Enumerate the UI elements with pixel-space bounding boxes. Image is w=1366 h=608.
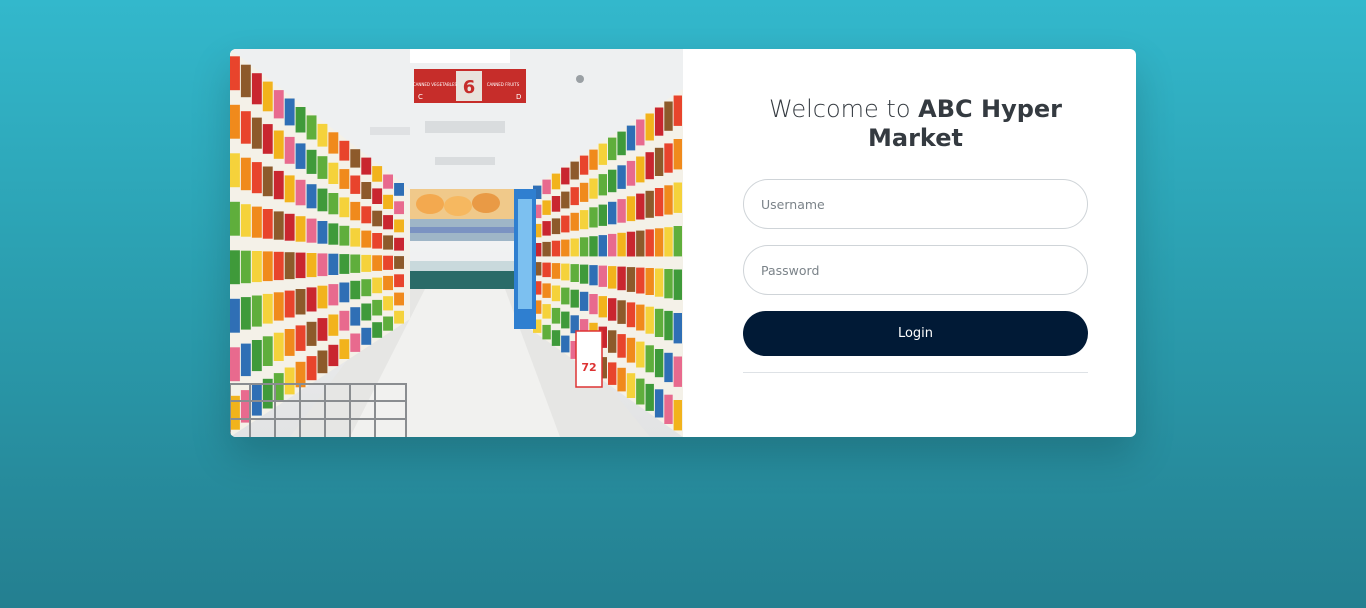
login-card: 6 CANNED VEGETABLES CANNED FRUITS C D 72… [230,49,1136,437]
login-form: Welcome to ABC Hyper Market Login [683,49,1136,437]
aisle-sign-right-text: CANNED FRUITS [487,82,520,87]
price-tag-text: 72 [581,361,596,374]
page-title: Welcome to ABC Hyper Market [743,95,1088,153]
aisle-sign-number: 6 [463,77,476,98]
login-button[interactable]: Login [743,311,1088,356]
title-prefix: Welcome to [769,95,919,123]
aisle-sign-letter-left: C [418,93,423,101]
aisle-sign-left-text: CANNED VEGETABLES [413,82,458,87]
username-input[interactable] [743,179,1088,229]
password-input[interactable] [743,245,1088,295]
supermarket-aisle-image: 6 CANNED VEGETABLES CANNED FRUITS C D 72 [230,49,683,437]
divider [743,372,1088,373]
aisle-sign-letter-right: D [516,93,521,101]
